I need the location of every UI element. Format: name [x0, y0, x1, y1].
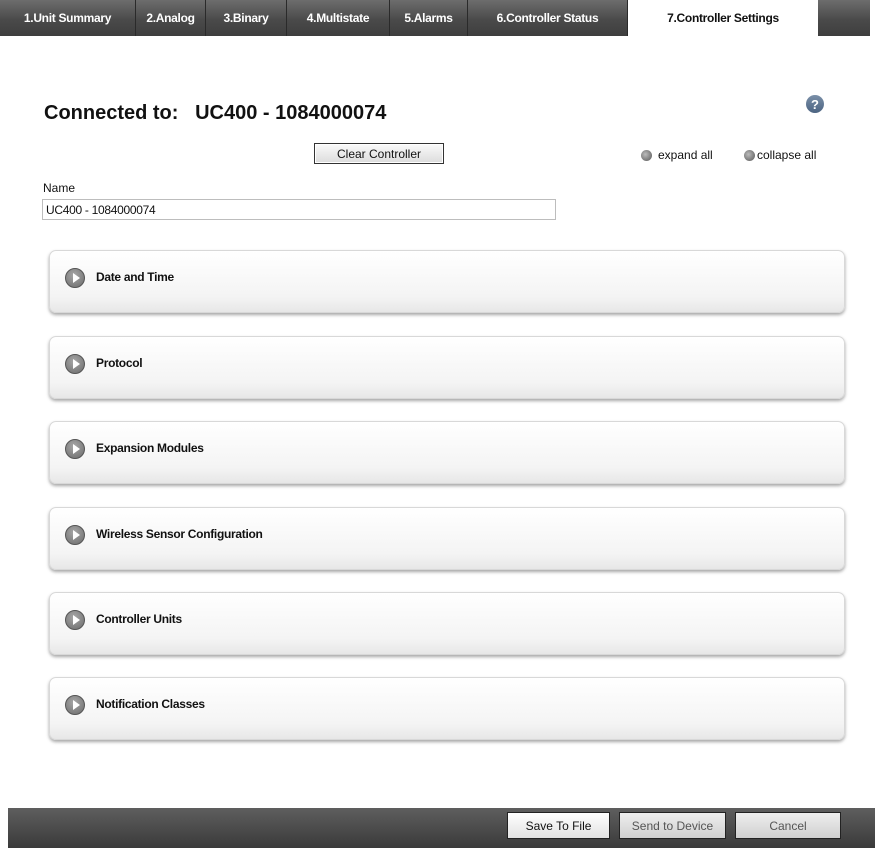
expand-circle-icon	[641, 149, 652, 161]
section-protocol[interactable]: Protocol	[49, 336, 845, 399]
clear-controller-button[interactable]: Clear Controller	[314, 143, 444, 164]
tab-analog[interactable]: 2.Analog	[136, 0, 206, 36]
send-to-device-button[interactable]: Send to Device	[619, 812, 726, 839]
chevron-right-icon	[65, 439, 85, 459]
section-label: Date and Time	[96, 270, 174, 284]
tab-bar: 1.Unit Summary 2.Analog 3.Binary 4.Multi…	[0, 0, 875, 36]
collapse-all-link[interactable]: collapse all	[744, 148, 816, 162]
tab-unit-summary[interactable]: 1.Unit Summary	[0, 0, 136, 36]
collapse-all-label: collapse all	[757, 148, 817, 162]
save-to-file-button[interactable]: Save To File	[507, 812, 610, 839]
question-circle-icon[interactable]: ?	[806, 95, 824, 113]
tab-controller-status[interactable]: 6.Controller Status	[468, 0, 628, 36]
section-label: Wireless Sensor Configuration	[96, 527, 263, 541]
expand-all-label: expand all	[658, 148, 713, 162]
cancel-button[interactable]: Cancel	[735, 812, 841, 839]
name-input[interactable]	[42, 199, 556, 220]
section-expansion-modules[interactable]: Expansion Modules	[49, 421, 845, 484]
section-controller-units[interactable]: Controller Units	[49, 592, 845, 655]
section-label: Protocol	[96, 356, 143, 370]
page-title: Connected to: UC400 - 1084000074	[44, 102, 387, 124]
chevron-right-icon	[65, 610, 85, 630]
chevron-right-icon	[65, 354, 85, 374]
chevron-right-icon	[65, 695, 85, 715]
tab-controller-settings[interactable]: 7.Controller Settings	[628, 0, 818, 36]
expand-all-link[interactable]: expand all	[641, 148, 713, 162]
name-label: Name	[43, 181, 76, 195]
section-label: Notification Classes	[96, 697, 205, 711]
tab-multistate[interactable]: 4.Multistate	[287, 0, 390, 36]
section-notification-classes[interactable]: Notification Classes	[49, 677, 845, 740]
section-label: Expansion Modules	[96, 441, 204, 455]
tab-binary[interactable]: 3.Binary	[206, 0, 287, 36]
section-date-and-time[interactable]: Date and Time	[49, 250, 845, 313]
tab-alarms[interactable]: 5.Alarms	[390, 0, 468, 36]
section-wireless-sensor-configuration[interactable]: Wireless Sensor Configuration	[49, 507, 845, 570]
chevron-right-icon	[65, 268, 85, 288]
collapse-circle-icon	[744, 149, 755, 161]
section-label: Controller Units	[96, 612, 182, 626]
chevron-right-icon	[65, 525, 85, 545]
